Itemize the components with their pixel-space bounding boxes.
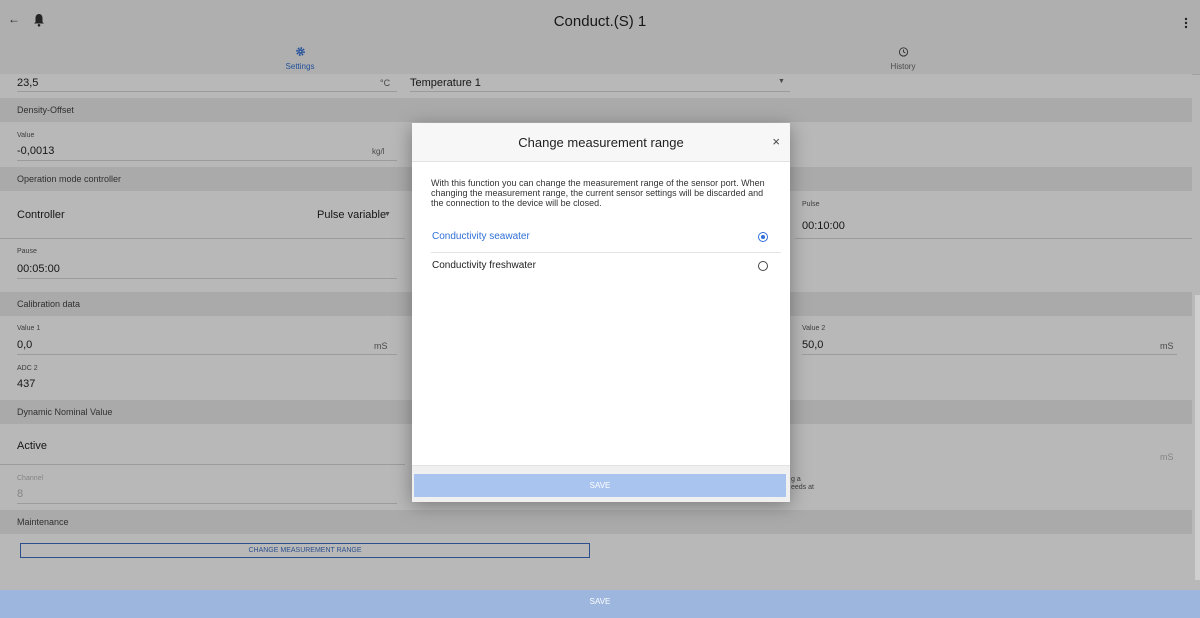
dialog-title: Change measurement range [518, 135, 684, 150]
dialog-save-button[interactable]: SAVE [414, 474, 786, 497]
dialog-header: Change measurement range × [412, 123, 790, 162]
change-range-dialog: Change measurement range × With this fun… [412, 123, 790, 502]
radio-freshwater[interactable] [758, 261, 768, 271]
option-freshwater[interactable]: Conductivity freshwater [431, 253, 781, 281]
radio-seawater[interactable] [758, 232, 768, 242]
option-seawater-label: Conductivity seawater [432, 231, 530, 242]
dialog-footer: SAVE [412, 465, 790, 502]
save-button[interactable]: SAVE [0, 590, 1200, 618]
option-freshwater-label: Conductivity freshwater [432, 260, 536, 271]
option-seawater[interactable]: Conductivity seawater [431, 224, 781, 253]
dialog-description: With this function you can change the me… [431, 178, 765, 208]
scrollbar-thumb[interactable] [1195, 295, 1200, 580]
close-icon[interactable]: × [772, 134, 780, 149]
